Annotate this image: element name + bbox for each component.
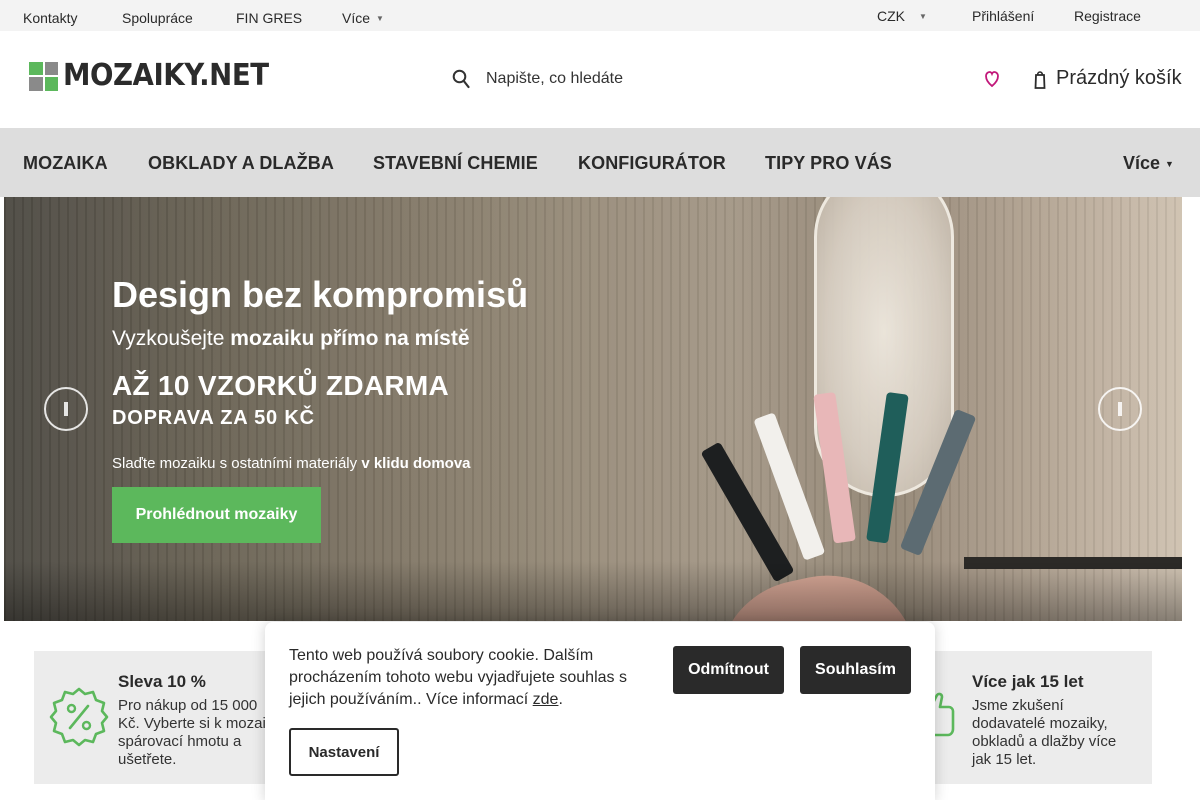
topbar-more-label: Více: [342, 10, 371, 26]
benefit-text-line: obkladů a dlažby více: [972, 733, 1117, 750]
hero-note: Slaďte mozaiku s ostatními materiály v k…: [112, 455, 471, 472]
site-header: MOZAIKY.NET Napište, co hledáte Prázdný …: [0, 31, 1200, 128]
register-link[interactable]: Registrace: [1074, 8, 1141, 24]
nav-more-menu[interactable]: Více ▼: [1123, 153, 1174, 174]
hero-banner[interactable]: Design bez kompromisů Vyzkoušejte mozaik…: [4, 197, 1182, 621]
benefit-title: Sleva 10 %: [118, 672, 206, 691]
login-link[interactable]: Přihlášení: [972, 8, 1034, 24]
hero-headline: AŽ 10 VZORKŮ ZDARMA: [112, 370, 450, 401]
currency-label: CZK: [877, 8, 905, 24]
benefit-text: Pro nákup od 15 000 Kč. Vyberte si k moz…: [118, 697, 266, 769]
chevron-left-icon: [64, 402, 68, 416]
link-fin-gres[interactable]: FIN GRES: [236, 10, 302, 26]
hero-title: Design bez kompromisů: [112, 274, 529, 315]
hero-subtitle: Vyzkoušejte mozaiku přímo na místě: [112, 327, 470, 351]
main-nav: MOZAIKA OBKLADY A DLAŽBA STAVEBNÍ CHEMIE…: [0, 128, 1200, 197]
topbar-more-menu[interactable]: Více ▼: [342, 10, 384, 26]
chevron-down-icon: ▼: [1165, 159, 1174, 169]
logo-text: MOZAIKY.NET: [63, 58, 269, 93]
cookie-message: Tento web používá soubory cookie. Dalším…: [289, 647, 627, 708]
cookie-consent-panel: Tento web používá soubory cookie. Dalším…: [265, 622, 935, 800]
benefit-text-line: Kč. Vyberte si k mozai: [118, 715, 266, 732]
cookie-more-info-link[interactable]: zde: [533, 691, 559, 708]
percent-badge-icon: [49, 687, 109, 747]
logo-mark: [29, 61, 58, 91]
search-placeholder: Napište, co hledáte: [486, 70, 623, 87]
link-spoluprace[interactable]: Spolupráce: [122, 10, 193, 26]
nav-more-label: Více: [1123, 153, 1161, 173]
search-icon: [452, 69, 470, 89]
benefit-text-line: Jsme zkušení: [972, 697, 1064, 714]
nav-item-konfigurator[interactable]: KONFIGURÁTOR: [578, 153, 726, 174]
benefit-text: Jsme zkušení dodavatelé mozaiky, obkladů…: [972, 697, 1116, 769]
chevron-down-icon: ▼: [919, 12, 927, 21]
carousel-prev-button[interactable]: [44, 387, 88, 431]
hero-note-text: Slaďte mozaiku s ostatními materiály: [112, 455, 362, 472]
browse-mosaics-button[interactable]: Prohlédnout mozaiky: [112, 487, 321, 543]
benefit-text-line: spárovací hmotu a: [118, 733, 242, 750]
accept-cookies-button[interactable]: Souhlasím: [800, 646, 911, 694]
benefit-experience: Více jak 15 let Jsme zkušení dodavatelé …: [900, 651, 1152, 784]
nav-item-tipy-pro-vas[interactable]: TIPY PRO VÁS: [765, 153, 892, 174]
currency-selector[interactable]: CZK ▼: [877, 8, 927, 24]
benefit-text-line: dodavatelé mozaiky,: [972, 715, 1108, 732]
hero-shade: [4, 561, 1182, 621]
heart-icon[interactable]: [985, 69, 999, 89]
benefit-text-line: ušetřete.: [118, 751, 177, 768]
hero-subtitle-bold: mozaiku přímo na místě: [230, 327, 470, 350]
benefit-text-line: jak 15 let.: [972, 751, 1037, 768]
hero-subtitle-text: Vyzkoušejte: [112, 327, 231, 350]
reject-cookies-button[interactable]: Odmítnout: [673, 646, 784, 694]
hero-note-bold: v klidu domova: [361, 455, 471, 472]
cart-icon: [1034, 70, 1046, 89]
cookie-settings-button[interactable]: Nastavení: [289, 728, 399, 776]
link-kontakty[interactable]: Kontakty: [23, 10, 77, 26]
carousel-next-button[interactable]: [1098, 387, 1142, 431]
site-logo[interactable]: MOZAIKY.NET: [29, 61, 286, 91]
nav-item-stavebni-chemie[interactable]: STAVEBNÍ CHEMIE: [373, 153, 538, 174]
nav-item-mozaika[interactable]: MOZAIKA: [23, 153, 108, 174]
benefit-text-line: Pro nákup od 15 000: [118, 697, 258, 714]
nav-item-obklady-a-dlazba[interactable]: OBKLADY A DLAŽBA: [148, 153, 334, 174]
cart-label: Prázdný košík: [1056, 67, 1182, 89]
top-bar: Kontakty Spolupráce FIN GRES Více ▼ CZK ▼ …: [0, 0, 1200, 31]
chevron-down-icon: ▼: [376, 14, 384, 23]
hero-subheadline: DOPRAVA ZA 50 KČ: [112, 407, 315, 429]
cart-button[interactable]: Prázdný košík: [1034, 67, 1182, 90]
cookie-text: Tento web používá soubory cookie. Dalším…: [289, 647, 627, 708]
chevron-right-icon: [1118, 402, 1122, 416]
benefit-title: Více jak 15 let: [972, 672, 1084, 691]
search-input[interactable]: Napište, co hledáte: [452, 67, 623, 91]
